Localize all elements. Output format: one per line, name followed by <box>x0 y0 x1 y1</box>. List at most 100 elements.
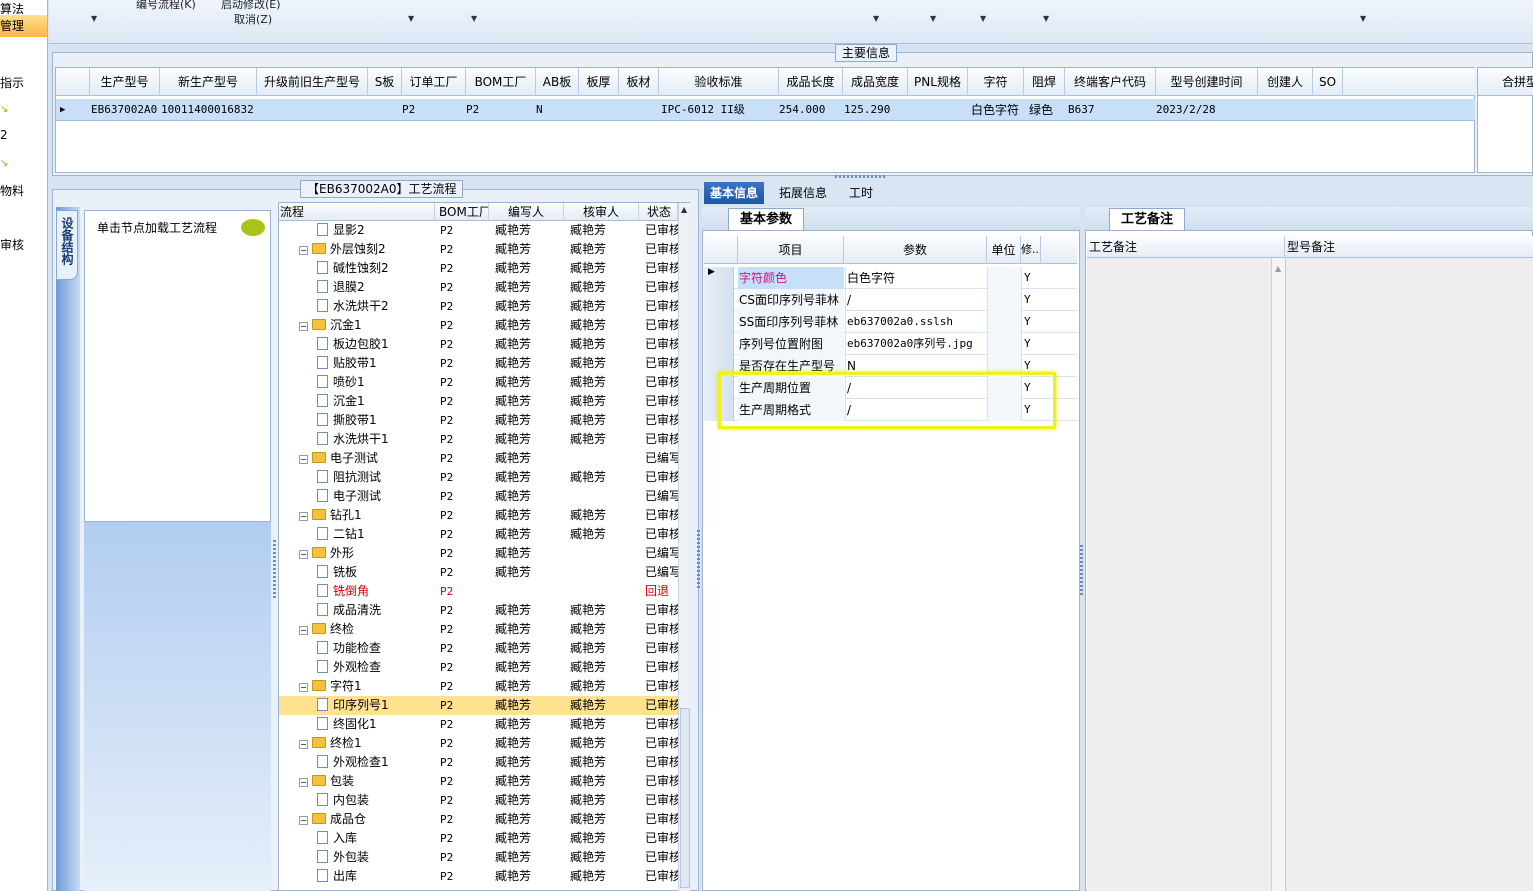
col-header[interactable]: S板 <box>368 68 402 96</box>
list-item[interactable]: − 外层蚀刻2 P2 臧艳芳 臧艳芳 已审核 <box>279 240 678 259</box>
param-mod[interactable]: Y <box>1021 333 1041 355</box>
col-header[interactable]: 单位 <box>987 236 1021 264</box>
col-header[interactable]: 订单工厂 <box>402 68 466 96</box>
list-item[interactable]: 出库 P2 臧艳芳 臧艳芳 已审核 <box>279 867 678 886</box>
collapse-icon[interactable]: − <box>299 550 308 559</box>
col-header[interactable]: AB板 <box>536 68 579 96</box>
col-header[interactable]: 型号创建时间 <box>1156 68 1258 96</box>
param-unit[interactable] <box>987 333 1021 355</box>
list-item[interactable]: 印序列号1 P2 臧艳芳 臧艳芳 已审核 <box>279 696 678 715</box>
col-header[interactable]: 升级前旧生产型号 <box>257 68 368 96</box>
cell-standard[interactable]: IPC-6012 II级 <box>661 99 745 121</box>
col-header[interactable]: 成品宽度 <box>843 68 908 96</box>
param-mod[interactable]: Y <box>1021 289 1041 311</box>
col-header[interactable]: PNL规格 <box>908 68 968 96</box>
list-item[interactable]: − 成品仓 P2 臧艳芳 臧艳芳 已审核 <box>279 810 678 829</box>
collapse-icon[interactable]: − <box>299 683 308 692</box>
list-item[interactable]: 外包装 P2 臧艳芳 臧艳芳 已审核 <box>279 848 678 867</box>
cell-char[interactable]: 白色字符 <box>971 99 1019 121</box>
scroll-up-icon[interactable]: ▲ <box>681 205 687 214</box>
list-item[interactable]: 外观检查 P2 臧艳芳 臧艳芳 已审核 <box>279 658 678 677</box>
col-header[interactable]: 阻焊 <box>1024 68 1065 96</box>
splitter-handle[interactable] <box>835 175 885 178</box>
cell-created[interactable]: 2023/2/28 <box>1156 99 1216 121</box>
collapse-icon[interactable]: − <box>299 512 308 521</box>
param-value[interactable]: eb637002a0.sslsh <box>845 311 987 333</box>
tab-work-hours[interactable]: 工时 <box>843 182 879 204</box>
nav-item-indicate[interactable]: 指示 <box>0 74 24 91</box>
col-header[interactable]: 项目 <box>738 236 844 264</box>
scroll-thumb[interactable] <box>680 708 690 888</box>
list-item[interactable]: 显影2 P2 臧艳芳 臧艳芳 已审核 <box>279 221 678 240</box>
tab-extended-info[interactable]: 拓展信息 <box>773 182 833 204</box>
col-header[interactable]: 创建人 <box>1258 68 1313 96</box>
col-header[interactable]: 流程 <box>279 203 435 221</box>
col-header[interactable]: 修... <box>1021 236 1041 264</box>
dropdown-arrow-icon[interactable]: ▼ <box>873 14 879 23</box>
col-header[interactable]: SO <box>1313 68 1343 96</box>
process-scrollbar[interactable]: ▲ <box>678 203 690 891</box>
table-row[interactable]: ▶ 字符颜色 白色字符 Y <box>704 267 1077 289</box>
splitter-handle[interactable] <box>697 530 700 590</box>
cell-length[interactable]: 254.000 <box>779 99 825 121</box>
nav-item-manage[interactable]: 管理 <box>0 15 47 37</box>
collapse-icon[interactable]: − <box>299 322 308 331</box>
list-item[interactable]: 铣倒角 P2 回退 <box>279 582 678 601</box>
table-row[interactable]: CS面印序列号菲林 / Y <box>704 289 1077 311</box>
row-indicator[interactable]: ▶ <box>704 267 734 289</box>
dropdown-arrow-icon[interactable]: ▼ <box>930 14 936 23</box>
collapse-icon[interactable]: − <box>299 455 308 464</box>
collapse-icon[interactable]: − <box>299 740 308 749</box>
col-header[interactable]: 编写人 <box>489 203 564 221</box>
process-notes-tab[interactable]: 工艺备注 <box>1109 208 1185 230</box>
nav-item-2[interactable]: 2 <box>0 128 8 142</box>
table-row[interactable]: SS面印序列号菲林 eb637002a0.sslsh Y <box>704 311 1077 333</box>
list-item[interactable]: 板边包胶1 P2 臧艳芳 臧艳芳 已审核 <box>279 335 678 354</box>
collapse-icon[interactable]: − <box>299 778 308 787</box>
splitter-handle[interactable] <box>273 540 276 600</box>
nav-item-review[interactable]: 审核 <box>0 236 24 253</box>
col-header[interactable]: 成品长度 <box>779 68 843 96</box>
param-item[interactable]: SS面印序列号菲林 <box>738 311 844 333</box>
basic-params-tab[interactable]: 基本参数 <box>728 208 804 230</box>
menu-number-flow[interactable]: 编号流程(K) <box>136 0 196 12</box>
dropdown-arrow-icon[interactable]: ▼ <box>1360 14 1366 23</box>
list-item[interactable]: 喷砂1 P2 臧艳芳 臧艳芳 已审核 <box>279 373 678 392</box>
scroll-up-icon[interactable]: ▲ <box>1275 264 1281 273</box>
col-header[interactable]: 字符 <box>968 68 1024 96</box>
collapse-icon[interactable]: − <box>299 246 308 255</box>
cell-model[interactable]: EB637002A0 <box>91 99 157 121</box>
list-item[interactable]: 终固化1 P2 臧艳芳 臧艳芳 已审核 <box>279 715 678 734</box>
model-note-textarea[interactable] <box>1285 258 1533 891</box>
list-item[interactable]: 贴胶带1 P2 臧艳芳 臧艳芳 已审核 <box>279 354 678 373</box>
list-item[interactable]: 入库 P2 臧艳芳 臧艳芳 已审核 <box>279 829 678 848</box>
list-item[interactable]: 阻抗测试 P2 臧艳芳 臧艳芳 已审核 <box>279 468 678 487</box>
row-indicator[interactable] <box>704 333 734 355</box>
list-item[interactable]: − 钻孔1 P2 臧艳芳 臧艳芳 已审核 <box>279 506 678 525</box>
collapse-icon[interactable]: − <box>299 626 308 635</box>
device-structure-tab[interactable]: 设备结构 <box>56 210 78 280</box>
list-item[interactable]: 撕胶带1 P2 臧艳芳 臧艳芳 已审核 <box>279 411 678 430</box>
list-item[interactable]: 沉金1 P2 臧艳芳 臧艳芳 已审核 <box>279 392 678 411</box>
splitter-handle[interactable] <box>1080 545 1083 595</box>
cell-order-factory[interactable]: P2 <box>402 99 415 121</box>
param-value[interactable]: / <box>845 289 987 311</box>
cell-width[interactable]: 125.290 <box>844 99 890 121</box>
list-item[interactable]: 铣板 P2 臧艳芳 已编写 <box>279 563 678 582</box>
param-unit[interactable] <box>987 267 1021 289</box>
col-header[interactable]: 新生产型号 <box>160 68 257 96</box>
col-header[interactable]: 参数 <box>844 236 987 264</box>
cell-mask[interactable]: 绿色 <box>1029 99 1053 121</box>
list-item[interactable]: 水洗烘干2 P2 臧艳芳 臧艳芳 已审核 <box>279 297 678 316</box>
param-unit[interactable] <box>987 311 1021 333</box>
dropdown-arrow-icon[interactable]: ▼ <box>1043 14 1049 23</box>
note-scrollbar[interactable]: ▲ <box>1271 258 1285 891</box>
list-item[interactable]: − 终检 P2 臧艳芳 臧艳芳 已审核 <box>279 620 678 639</box>
list-item[interactable]: 退膜2 P2 臧艳芳 臧艳芳 已审核 <box>279 278 678 297</box>
param-unit[interactable] <box>987 289 1021 311</box>
process-note-textarea[interactable] <box>1087 258 1271 891</box>
list-item[interactable]: 碱性蚀刻2 P2 臧艳芳 臧艳芳 已审核 <box>279 259 678 278</box>
param-value[interactable]: 白色字符 <box>845 267 987 289</box>
cell-bom-factory[interactable]: P2 <box>466 99 479 121</box>
nav-item-material[interactable]: 物料 <box>0 182 24 199</box>
